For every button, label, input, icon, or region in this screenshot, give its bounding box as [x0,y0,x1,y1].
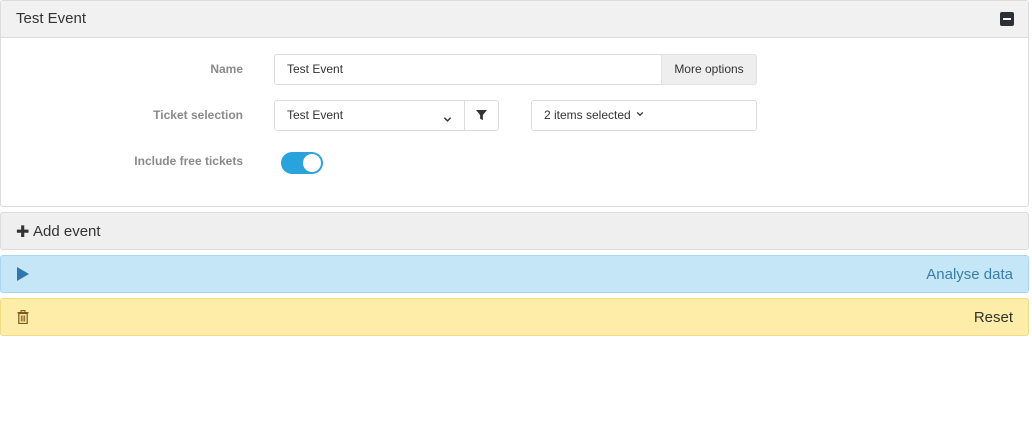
trash-icon [17,310,29,329]
items-select-value: 2 items selected [544,108,631,122]
add-event-label: Add event [33,223,101,240]
minus-square-icon[interactable] [1000,12,1014,26]
reset-button[interactable]: Reset [0,298,1029,336]
analyse-data-button[interactable]: Analyse data [0,255,1029,293]
include-free-tickets-toggle[interactable] [281,152,323,174]
event-title: Test Event [16,10,87,27]
event-panel-header[interactable]: Test Event [1,1,1028,38]
ticket-selection-label: Ticket selection [153,108,243,122]
chevron-down-icon [443,107,452,136]
more-options-button[interactable]: More options [661,54,757,85]
items-select[interactable]: 2 items selected [531,100,757,131]
name-label: Name [210,62,243,76]
include-free-tickets-label: Include free tickets [134,154,243,168]
analyse-data-label: Analyse data [926,266,1013,283]
ticket-select[interactable]: Test Event [274,100,465,131]
filter-button[interactable] [464,100,499,131]
reset-label: Reset [973,309,1013,326]
event-panel: Test Event Name Test Event More options … [0,0,1029,207]
play-icon [17,267,29,281]
name-input[interactable]: Test Event [274,54,662,85]
filter-icon [476,110,487,121]
ticket-select-value: Test Event [287,108,344,122]
toggle-knob [303,154,321,172]
plus-icon: ✚ [16,224,30,241]
add-event-button[interactable]: ✚ Add event [0,212,1029,250]
chevron-down-icon [636,100,644,129]
